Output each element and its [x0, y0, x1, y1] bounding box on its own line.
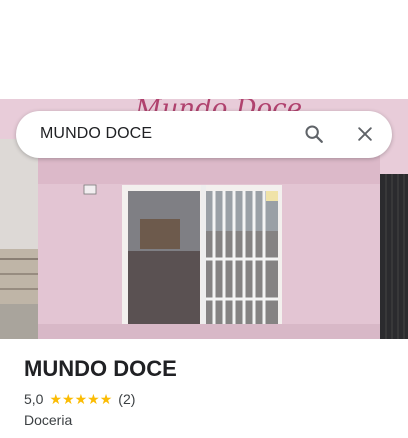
star-icon: ★	[49, 391, 63, 407]
search-button[interactable]	[299, 119, 329, 149]
search-input[interactable]: MUNDO DOCE	[40, 125, 152, 143]
place-info: MUNDO DOCE 5,0 ★ ★ ★ ★ ★ (2) Doceria	[24, 355, 408, 428]
rating-value: 5,0	[24, 391, 44, 407]
star-icon: ★	[87, 391, 100, 407]
close-icon	[358, 127, 372, 141]
place-title: MUNDO DOCE	[24, 356, 177, 381]
rating-stars: ★ ★ ★ ★ ★	[49, 392, 112, 406]
star-icon: ★	[74, 391, 88, 407]
rating-row[interactable]: 5,0 ★ ★ ★ ★ ★ (2)	[24, 390, 408, 408]
star-icon: ★	[99, 391, 113, 407]
close-button[interactable]	[350, 119, 380, 149]
search-bar[interactable]: MUNDO DOCE	[16, 111, 392, 158]
place-category[interactable]: Doceria	[24, 412, 408, 428]
review-count[interactable]: (2)	[118, 391, 135, 407]
search-icon	[305, 125, 323, 143]
star-icon: ★	[62, 391, 75, 407]
